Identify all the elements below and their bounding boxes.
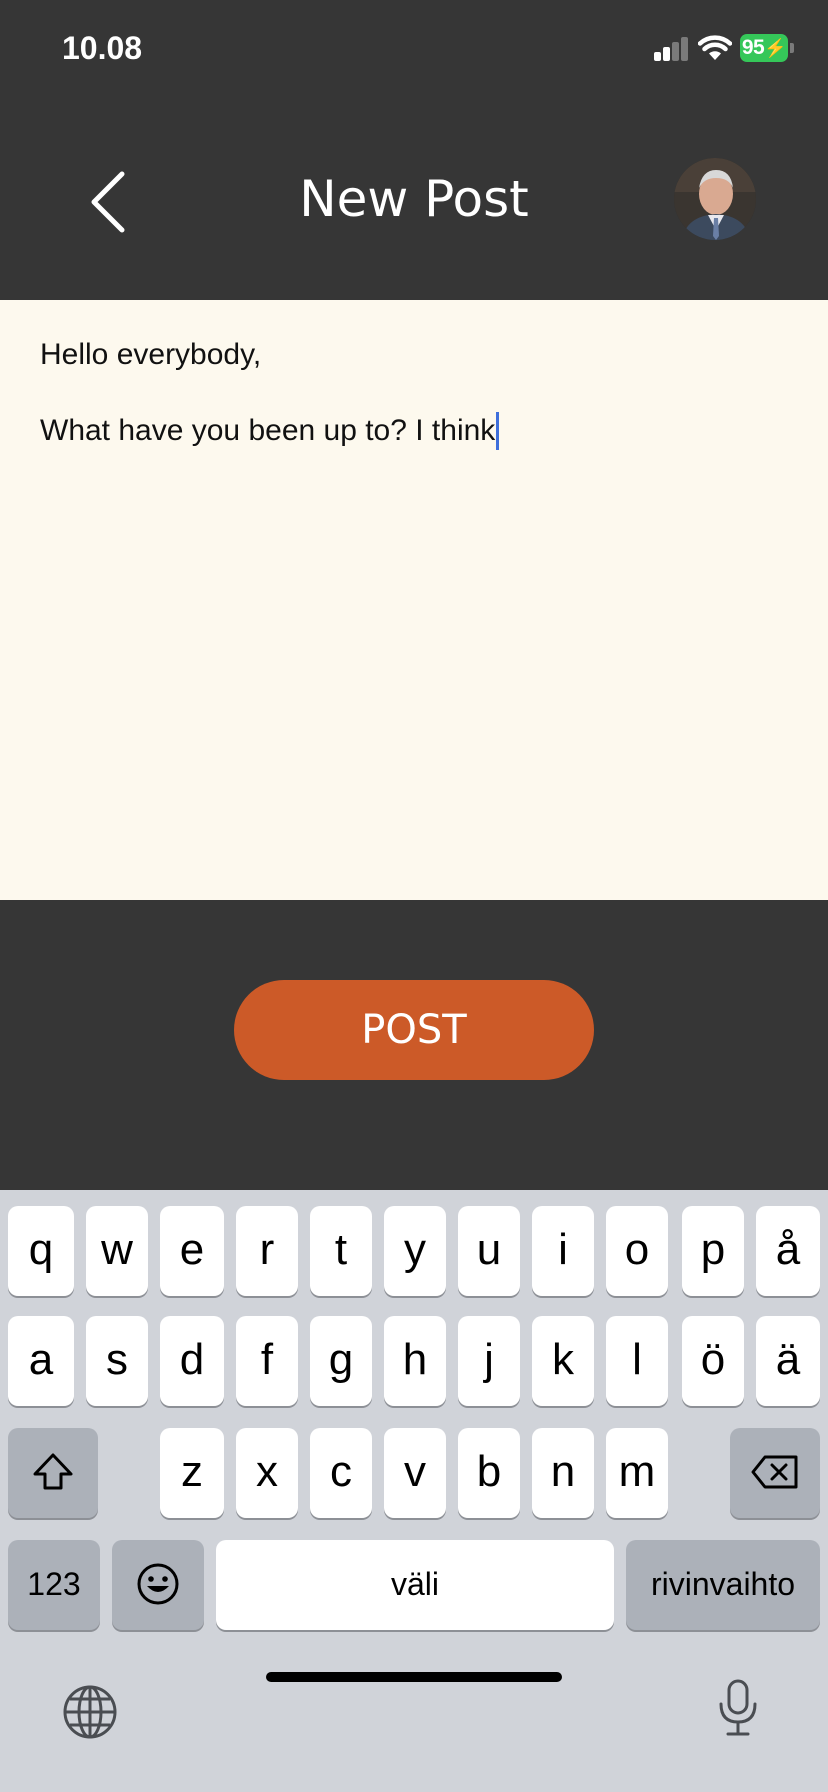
key-a-ring[interactable]: å xyxy=(756,1206,820,1296)
key-q[interactable]: q xyxy=(8,1206,74,1296)
backspace-key[interactable] xyxy=(730,1428,820,1518)
battery-icon: 95⚡ xyxy=(740,34,794,62)
key-u[interactable]: u xyxy=(458,1206,520,1296)
return-key[interactable]: rivinvaihto xyxy=(626,1540,820,1630)
user-avatar-image xyxy=(674,158,756,240)
status-time: 10.08 xyxy=(62,30,143,66)
numbers-key[interactable]: 123 xyxy=(8,1540,100,1630)
key-o-umlaut[interactable]: ö xyxy=(682,1316,744,1406)
key-h[interactable]: h xyxy=(384,1316,446,1406)
post-text-line: What have you been up to? I think xyxy=(40,414,496,447)
key-t[interactable]: t xyxy=(310,1206,372,1296)
globe-icon[interactable] xyxy=(62,1684,118,1740)
key-v[interactable]: v xyxy=(384,1428,446,1518)
key-o[interactable]: o xyxy=(606,1206,668,1296)
post-text-line: Hello everybody, xyxy=(40,338,262,371)
key-i[interactable]: i xyxy=(532,1206,594,1296)
battery-percent: 95 xyxy=(741,36,765,59)
emoji-icon xyxy=(137,1563,179,1605)
backspace-icon xyxy=(751,1455,798,1489)
key-p[interactable]: p xyxy=(682,1206,744,1296)
post-text-area[interactable]: Hello everybody, What have you been up t… xyxy=(0,300,828,900)
key-l[interactable]: l xyxy=(606,1316,668,1406)
key-b[interactable]: b xyxy=(458,1428,520,1518)
key-j[interactable]: j xyxy=(458,1316,520,1406)
post-button[interactable]: POST xyxy=(234,980,594,1080)
status-bar: 10.08 95⚡ xyxy=(0,0,828,100)
key-x[interactable]: x xyxy=(236,1428,298,1518)
battery-tip xyxy=(790,43,794,53)
key-w[interactable]: w xyxy=(86,1206,148,1296)
key-k[interactable]: k xyxy=(532,1316,594,1406)
avatar[interactable] xyxy=(674,158,756,240)
wifi-icon xyxy=(698,35,732,60)
key-e[interactable]: e xyxy=(160,1206,224,1296)
keyboard: q w e r t y u i o p å a s d f g h j k l … xyxy=(0,1190,828,1792)
charging-bolt-icon: ⚡ xyxy=(764,38,787,58)
key-f[interactable]: f xyxy=(236,1316,298,1406)
home-indicator[interactable] xyxy=(266,1672,562,1682)
key-g[interactable]: g xyxy=(310,1316,372,1406)
signal-strength-icon xyxy=(654,37,690,61)
key-s[interactable]: s xyxy=(86,1316,148,1406)
shift-key[interactable] xyxy=(8,1428,98,1518)
space-key[interactable]: väli xyxy=(216,1540,614,1630)
key-y[interactable]: y xyxy=(384,1206,446,1296)
post-text-line-with-caret: What have you been up to? I think xyxy=(40,412,788,450)
key-m[interactable]: m xyxy=(606,1428,668,1518)
key-a-umlaut[interactable]: ä xyxy=(756,1316,820,1406)
key-z[interactable]: z xyxy=(160,1428,224,1518)
battery-level: 95⚡ xyxy=(740,34,788,62)
microphone-icon[interactable] xyxy=(716,1678,760,1738)
key-c[interactable]: c xyxy=(310,1428,372,1518)
emoji-key[interactable] xyxy=(112,1540,204,1630)
shift-icon xyxy=(33,1453,73,1490)
key-r[interactable]: r xyxy=(236,1206,298,1296)
text-cursor xyxy=(496,412,500,450)
key-a[interactable]: a xyxy=(8,1316,74,1406)
key-d[interactable]: d xyxy=(160,1316,224,1406)
nav-bar: New Post xyxy=(0,100,828,300)
key-n[interactable]: n xyxy=(532,1428,594,1518)
